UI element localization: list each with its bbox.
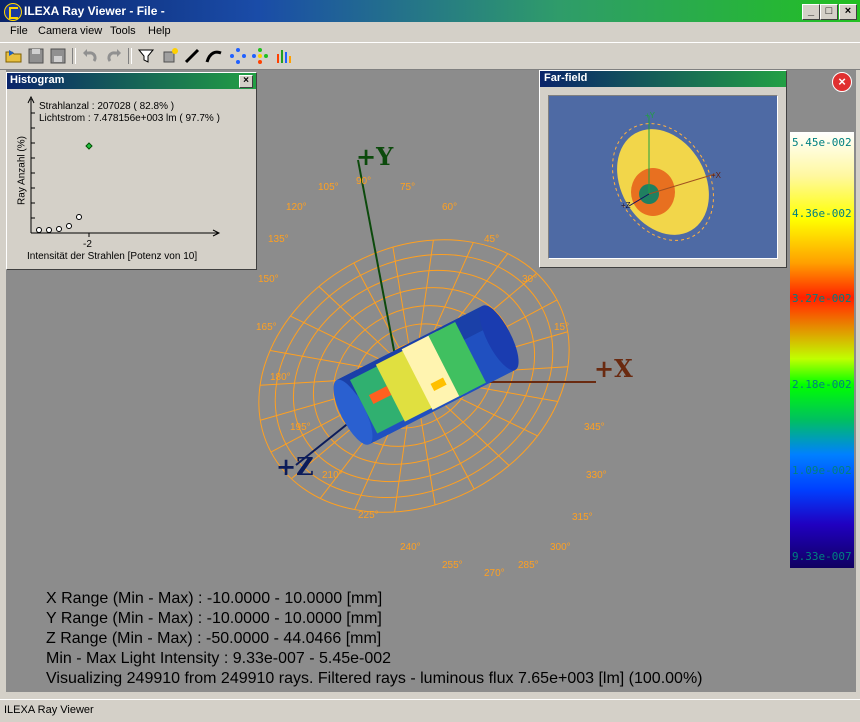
angle-label: 75° <box>400 182 416 193</box>
angle-label: 45° <box>484 234 500 245</box>
angle-label: 195° <box>290 422 311 433</box>
histogram-point <box>36 227 42 233</box>
far-field-title: Far-field <box>544 72 588 84</box>
z-axis-label: +Z <box>276 452 314 481</box>
histogram-point <box>76 214 82 220</box>
draw-curve-icon[interactable] <box>204 46 224 66</box>
far-field-titlebar[interactable]: Far-field <box>540 71 786 87</box>
point-cloud-icon[interactable] <box>250 46 270 66</box>
menu-bar: File Camera view Tools Help <box>0 22 860 41</box>
far-field-view[interactable]: +Y +X +Z <box>548 95 778 259</box>
visualizing-text: Visualizing 249910 from 249910 rays. Fil… <box>46 670 703 687</box>
svg-text:+Z: +Z <box>621 201 631 210</box>
y-axis-line <box>357 159 401 383</box>
angle-label: 240° <box>400 542 421 553</box>
angle-label: 330° <box>586 470 607 481</box>
y-axis-label: +Y <box>356 142 394 171</box>
maximize-button[interactable]: □ <box>820 4 838 20</box>
status-text: ILEXA Ray Viewer <box>4 704 94 716</box>
angle-label: 150° <box>258 274 279 285</box>
color-scale-label: 1.09e-002 <box>792 464 852 477</box>
z-range-text: Z Range (Min - Max) : -50.0000 - 44.0466… <box>46 630 382 647</box>
histogram-xlabel: Intensität der Strahlen [Potenz von 10] <box>27 251 198 262</box>
angle-label: 270° <box>484 568 505 579</box>
angle-label: 300° <box>550 542 571 553</box>
angle-label: 30° <box>522 274 538 285</box>
histogram-point <box>56 226 62 232</box>
menu-file[interactable]: File <box>10 25 28 37</box>
status-bar: ILEXA Ray Viewer <box>0 699 860 722</box>
color-scale-bar: 5.45e-002 4.36e-002 3.27e-002 2.18e-002 … <box>790 132 854 568</box>
3d-viewport[interactable]: +Y +X +Z 90° 75° 60° 45° 30° 15° 345° 33… <box>6 70 856 692</box>
close-button[interactable]: × <box>839 4 857 20</box>
color-scale-label: 9.33e-007 <box>792 550 852 563</box>
svg-text:+Y: +Y <box>645 111 656 120</box>
toolbar-separator <box>128 48 132 64</box>
angle-label: 180° <box>270 372 291 383</box>
toolbar-separator <box>72 48 76 64</box>
light-source-icon[interactable] <box>160 46 180 66</box>
angle-label: 345° <box>584 422 605 433</box>
far-field-panel[interactable]: Far-field +Y +X +Z <box>539 70 787 268</box>
angle-label: 15° <box>554 322 570 333</box>
title-bar: ILEXA Ray Viewer - File - _ □ × <box>0 0 860 22</box>
menu-tools[interactable]: Tools <box>110 25 136 37</box>
color-scale-label: 4.36e-002 <box>792 207 852 220</box>
histogram-icon[interactable] <box>274 46 294 66</box>
angle-label: 135° <box>268 234 289 245</box>
menu-camera-view[interactable]: Camera view <box>38 25 102 37</box>
angle-label: 255° <box>442 560 463 571</box>
menu-help[interactable]: Help <box>148 25 171 37</box>
color-scale-label: 3.27e-002 <box>792 292 852 305</box>
open-icon[interactable] <box>4 46 24 66</box>
histogram-point <box>46 227 52 233</box>
move-points-icon[interactable] <box>228 46 248 66</box>
undo-icon[interactable] <box>80 46 100 66</box>
angle-label: 315° <box>572 512 593 523</box>
toolbar <box>0 42 860 70</box>
angle-label: 105° <box>318 182 339 193</box>
filter-icon[interactable] <box>136 46 156 66</box>
app-icon <box>4 3 22 21</box>
histogram-point <box>66 223 72 229</box>
y-range-text: Y Range (Min - Max) : -10.0000 - 10.0000… <box>46 610 382 627</box>
minimize-button[interactable]: _ <box>802 4 820 20</box>
save-as-icon[interactable] <box>48 46 68 66</box>
angle-label: 225° <box>358 510 379 521</box>
histogram-xtick: -2 <box>83 239 92 250</box>
svg-text:+X: +X <box>711 171 722 180</box>
color-scale-label: 2.18e-002 <box>792 378 852 391</box>
draw-line-icon[interactable] <box>182 46 202 66</box>
window-title: ILEXA Ray Viewer - File - <box>24 4 165 18</box>
histogram-plot <box>27 95 221 237</box>
redo-icon[interactable] <box>104 46 124 66</box>
histogram-panel[interactable]: Histogram × Strahlanzal : 207028 ( 82.8%… <box>6 72 257 270</box>
histogram-point <box>85 142 93 150</box>
angle-label: 60° <box>442 202 458 213</box>
intensity-text: Min - Max Light Intensity : 9.33e-007 - … <box>46 650 392 667</box>
angle-label: 285° <box>518 560 539 571</box>
angle-label: 90° <box>356 176 372 187</box>
ray-cylinder <box>333 305 519 445</box>
close-view-icon[interactable]: × <box>832 72 852 92</box>
x-axis-label: +X <box>594 354 633 383</box>
angle-label: 165° <box>256 322 277 333</box>
color-scale-label: 5.45e-002 <box>792 136 852 149</box>
far-field-render: +Y +X +Z <box>612 111 722 241</box>
save-icon[interactable] <box>26 46 46 66</box>
angle-label: 210° <box>322 470 343 481</box>
x-range-text: X Range (Min - Max) : -10.0000 - 10.0000… <box>46 590 383 607</box>
angle-label: 120° <box>286 202 307 213</box>
